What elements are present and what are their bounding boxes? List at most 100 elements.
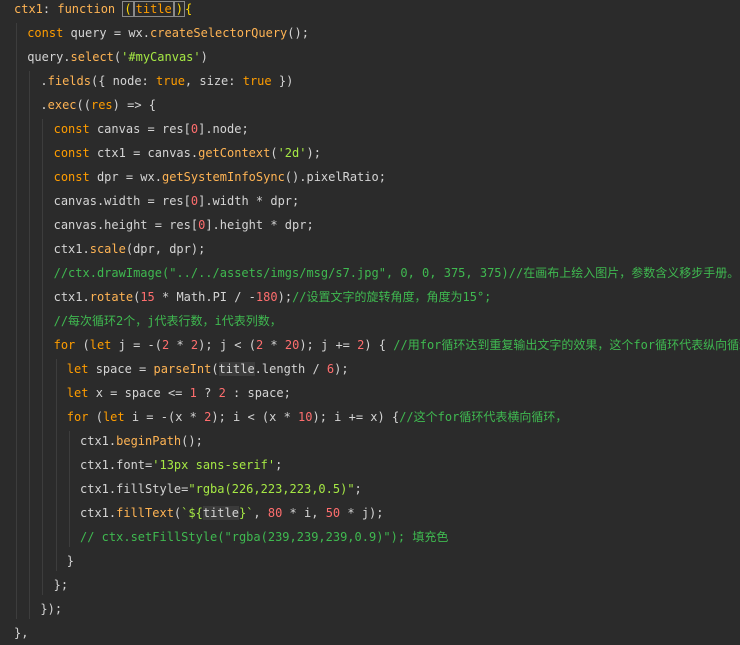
code-token: '#myCanvas'	[121, 50, 201, 64]
code-token: (	[270, 146, 278, 160]
code-line[interactable]: canvas.height = res[0].height * dpr;	[0, 213, 740, 237]
code-token: 80	[267, 506, 283, 520]
code-token: `${	[181, 506, 203, 520]
code-token: i = -(x *	[124, 410, 205, 424]
code-token: ({ node:	[90, 74, 157, 88]
code-token: title	[218, 362, 255, 376]
code-token: 15	[140, 290, 155, 304]
code-token: : space;	[225, 386, 291, 400]
code-line[interactable]: for (let i = -(x * 2); i < (x * 10); i +…	[0, 405, 740, 429]
code-token: getContext	[198, 146, 271, 160]
code-token: (	[88, 410, 103, 424]
code-token: ].width * dpr;	[198, 194, 300, 208]
code-token: scale	[89, 242, 126, 256]
code-line[interactable]: .exec((res) => {	[0, 93, 740, 117]
code-line[interactable]: ctx1.fillStyle="rgba(226,223,223,0.5)";	[0, 477, 740, 501]
code-token: //这个for循环代表横向循环，	[399, 410, 568, 424]
code-token: };	[53, 578, 69, 592]
code-token: const	[53, 122, 90, 136]
code-token: ((	[76, 98, 91, 112]
code-line[interactable]: const query = wx.createSelectorQuery();	[0, 21, 740, 45]
code-token: let	[89, 338, 112, 352]
code-token: ctx1.	[53, 290, 90, 304]
code-line[interactable]: const ctx1 = canvas.getContext('2d');	[0, 141, 740, 165]
code-token: ctx1.	[80, 434, 117, 448]
code-line[interactable]: const dpr = wx.getSystemInfoSync().pixel…	[0, 165, 740, 189]
code-token: ,	[253, 506, 268, 520]
code-token: space =	[88, 362, 154, 376]
code-token: ctx1 = canvas.	[89, 146, 199, 160]
code-token: (	[75, 338, 90, 352]
code-token: function	[57, 2, 116, 16]
code-line[interactable]: canvas.width = res[0].width * dpr;	[0, 189, 740, 213]
code-line[interactable]: //ctx.drawImage("../../assets/imgs/msg/s…	[0, 261, 740, 285]
code-token: exec	[47, 98, 77, 112]
code-token: .	[40, 98, 48, 112]
code-token: );	[277, 290, 293, 304]
code-token: dpr = wx.	[89, 170, 162, 184]
code-line[interactable]: let space = parseInt(title.length / 6);	[0, 357, 740, 381]
code-token: *	[169, 338, 191, 352]
code-token: *	[263, 338, 285, 352]
code-token: const	[53, 146, 90, 160]
code-token: ); j +=	[299, 338, 358, 352]
code-token: //每次循环2个，j代表行数，i代表列数，	[53, 314, 282, 328]
code-token: "rgba(226,223,223,0.5)"	[188, 482, 355, 496]
code-token: },	[14, 626, 29, 640]
code-token: query.	[27, 50, 71, 64]
code-line[interactable]: }	[0, 549, 740, 573]
code-token: ().pixelRatio;	[284, 170, 386, 184]
code-token: true	[156, 74, 185, 88]
code-token: * Math.PI / -	[154, 290, 256, 304]
code-token: });	[40, 602, 63, 616]
code-token: )	[200, 50, 208, 64]
code-token: // ctx.setFillStyle("rgba(239,239,239,0.…	[80, 530, 449, 544]
code-token: ?	[196, 386, 219, 400]
code-line[interactable]: },	[0, 621, 740, 645]
code-token: 50	[325, 506, 341, 520]
code-token: //用for循环达到重复输出文字的效果，这个for循环代表纵向循环	[393, 338, 740, 352]
code-token: canvas = res[	[89, 122, 191, 136]
code-token: title	[202, 506, 239, 520]
code-token: for	[53, 338, 76, 352]
code-line[interactable]: };	[0, 573, 740, 597]
code-line[interactable]: // ctx.setFillStyle("rgba(239,239,239,0.…	[0, 525, 740, 549]
code-token: canvas.height = res[	[53, 218, 199, 232]
code-line[interactable]: for (let j = -(2 * 2); j < (2 * 20); j +…	[0, 333, 740, 357]
code-token: }`	[238, 506, 254, 520]
code-token: beginPath	[116, 434, 182, 448]
code-line[interactable]: query.select('#myCanvas')	[0, 45, 740, 69]
code-token: ); j < (	[198, 338, 256, 352]
code-token: fillText	[116, 506, 174, 520]
code-token: getSystemInfoSync	[161, 170, 285, 184]
code-line[interactable]: ctx1: function (title){	[0, 0, 740, 21]
code-token: 180	[255, 290, 278, 304]
code-line[interactable]: ctx1.fillText(`${title}`, 80 * i, 50 * j…	[0, 501, 740, 525]
code-line[interactable]: ctx1.rotate(15 * Math.PI / -180);//设置文字的…	[0, 285, 740, 309]
code-line[interactable]: const canvas = res[0].node;	[0, 117, 740, 141]
code-token: query = wx.	[63, 26, 151, 40]
code-token: ); i += x) {	[312, 410, 400, 424]
code-token: (dpr, dpr);	[125, 242, 206, 256]
code-line[interactable]: ctx1.beginPath();	[0, 429, 740, 453]
code-line[interactable]: //每次循环2个，j代表行数，i代表列数，	[0, 309, 740, 333]
code-token: rotate	[89, 290, 134, 304]
code-token: const	[27, 26, 64, 40]
code-line[interactable]: .fields({ node: true, size: true })	[0, 69, 740, 93]
code-token: * j);	[340, 506, 384, 520]
code-editor[interactable]: ctx1: function (title){const query = wx.…	[0, 0, 740, 644]
code-token: ;	[275, 458, 283, 472]
code-token: 20	[284, 338, 300, 352]
code-token: * i,	[282, 506, 326, 520]
code-token: );	[334, 362, 349, 376]
code-line[interactable]: });	[0, 597, 740, 621]
code-token: res	[90, 98, 113, 112]
code-token: }	[66, 554, 75, 568]
code-token: x = space <=	[88, 386, 190, 400]
code-token: ();	[287, 26, 309, 40]
code-line[interactable]: ctx1.scale(dpr, dpr);	[0, 237, 740, 261]
code-line[interactable]: let x = space <= 1 ? 2 : space;	[0, 381, 740, 405]
code-token: true	[242, 74, 272, 88]
code-line[interactable]: ctx1.font='13px sans-serif';	[0, 453, 740, 477]
code-token: (	[122, 1, 134, 17]
